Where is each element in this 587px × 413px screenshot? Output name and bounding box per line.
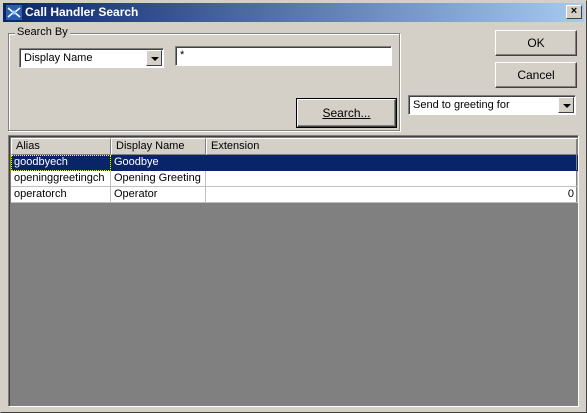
search-button-label: Search... (322, 106, 371, 120)
send-to-dropdown[interactable]: Send to greeting for (408, 95, 576, 115)
display-name-cell: Opening Greeting (111, 171, 206, 187)
search-button[interactable]: Search... (296, 98, 397, 128)
search-field-dropdown[interactable]: Display Name (19, 48, 164, 68)
send-to-value: Send to greeting for (413, 99, 510, 111)
table-row[interactable]: goodbyech Goodbye (11, 155, 578, 171)
display-name-cell: Operator (111, 187, 206, 203)
search-query-input[interactable]: * (175, 46, 392, 66)
alias-cell: operatorch (11, 187, 111, 203)
chevron-down-icon[interactable] (146, 50, 162, 66)
results-list[interactable]: Alias Display Name Extension goodbyech G… (8, 135, 579, 407)
close-button[interactable]: × (566, 5, 582, 19)
extension-cell: 0 (206, 187, 578, 203)
call-handler-search-dialog: Call Handler Search × Search By Display … (0, 0, 587, 413)
search-query-value: * (180, 49, 185, 61)
display-name-cell: Goodbye (111, 155, 206, 171)
extension-cell (206, 155, 578, 171)
alias-cell: openinggreetingch (11, 171, 111, 187)
cancel-button-label: Cancel (517, 68, 555, 82)
column-header-extension[interactable]: Extension (206, 138, 578, 155)
app-icon (6, 5, 22, 20)
search-field-value: Display Name (24, 52, 93, 64)
title-bar[interactable]: Call Handler Search × (3, 3, 584, 22)
table-row[interactable]: operatorch Operator 0 (11, 187, 578, 203)
window-title: Call Handler Search (25, 5, 139, 19)
search-by-label: Search By (15, 26, 70, 38)
table-row[interactable]: openinggreetingch Opening Greeting (11, 171, 578, 187)
chevron-down-icon[interactable] (558, 97, 574, 113)
extension-cell (206, 171, 578, 187)
cancel-button[interactable]: Cancel (495, 62, 577, 88)
list-rows: goodbyech Goodbye openinggreetingch Open… (11, 155, 578, 203)
list-header: Alias Display Name Extension (11, 138, 578, 155)
alias-cell: goodbyech (11, 155, 111, 171)
column-header-alias[interactable]: Alias (11, 138, 111, 155)
ok-button-label: OK (527, 36, 545, 50)
column-header-display-name[interactable]: Display Name (111, 138, 206, 155)
ok-button[interactable]: OK (495, 30, 577, 56)
